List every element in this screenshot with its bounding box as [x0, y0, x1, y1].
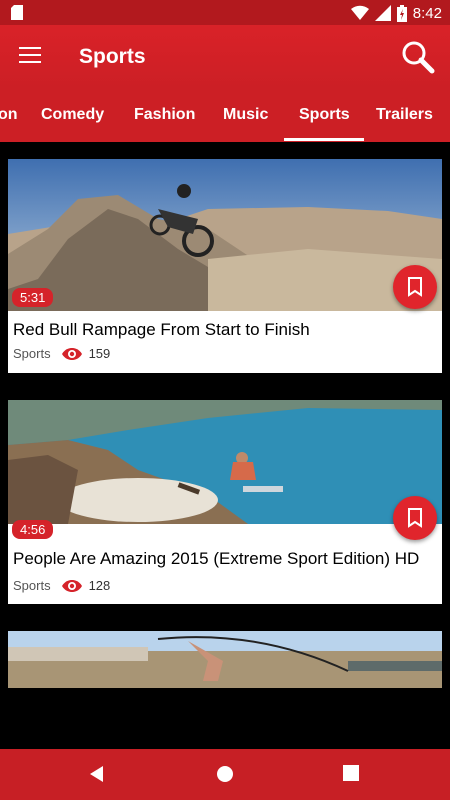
video-duration: 5:31: [12, 288, 54, 307]
view-count: 128: [88, 578, 111, 593]
category-tabs: on Comedy Fashion Music Sports Trailers: [0, 88, 450, 142]
app-bar: Sports: [0, 25, 450, 88]
menu-icon[interactable]: [19, 47, 41, 65]
eye-icon: [61, 579, 82, 592]
system-nav-bar: [0, 749, 450, 800]
tab-trailers[interactable]: Trailers: [376, 106, 433, 124]
recents-icon[interactable]: [343, 765, 359, 781]
video-category: Sports: [13, 578, 51, 593]
status-bar: 8:42: [0, 0, 450, 25]
wifi-icon: [350, 5, 369, 21]
video-category: Sports: [13, 346, 51, 361]
video-card[interactable]: [8, 631, 442, 688]
back-icon[interactable]: [88, 765, 106, 783]
tab-indicator: [284, 138, 364, 141]
tab-music[interactable]: Music: [223, 106, 268, 124]
video-card[interactable]: 5:31 Red Bull Rampage From Start to Fini…: [8, 159, 442, 373]
video-title[interactable]: People Are Amazing 2015 (Extreme Sport E…: [13, 549, 419, 569]
video-duration: 4:56: [12, 520, 54, 539]
eye-icon: [61, 347, 82, 360]
tab-fashion[interactable]: Fashion: [134, 106, 195, 124]
search-icon[interactable]: [400, 39, 436, 75]
signal-icon: [374, 5, 391, 21]
status-time: 8:42: [412, 4, 442, 22]
tab-partial[interactable]: on: [0, 106, 18, 124]
video-card[interactable]: 4:56 People Are Amazing 2015 (Extreme Sp…: [8, 400, 442, 604]
sd-card-icon: [11, 5, 23, 20]
page-title: Sports: [79, 45, 146, 68]
view-count: 159: [88, 346, 111, 361]
tab-comedy[interactable]: Comedy: [41, 106, 104, 124]
video-thumbnail[interactable]: [8, 631, 442, 688]
video-thumbnail[interactable]: [8, 159, 442, 311]
video-thumbnail[interactable]: [8, 400, 442, 524]
bookmark-icon[interactable]: [393, 496, 437, 540]
bookmark-icon[interactable]: [393, 265, 437, 309]
tab-sports[interactable]: Sports: [299, 106, 350, 124]
video-title[interactable]: Red Bull Rampage From Start to Finish: [13, 320, 310, 340]
battery-icon: [396, 4, 407, 22]
home-icon[interactable]: [216, 765, 234, 783]
